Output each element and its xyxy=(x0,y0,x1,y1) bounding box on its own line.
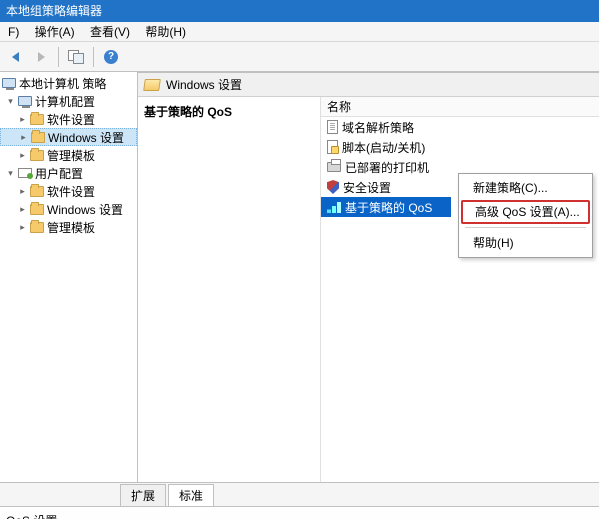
expander-icon[interactable]: ▸ xyxy=(18,187,27,196)
folder-open-icon xyxy=(143,79,161,91)
context-menu: 新建策略(C)... 高级 QoS 设置(A)... 帮助(H) xyxy=(458,173,593,258)
list-item-label: 域名解析策略 xyxy=(342,119,414,136)
folder-icon xyxy=(30,186,44,197)
tree-label: 计算机配置 xyxy=(35,93,95,110)
list-item-label: 基于策略的 QoS xyxy=(345,199,432,216)
items-column: 名称 域名解析策略 脚本(启动/关机) 已部署的打印机 安全设置 xyxy=(320,97,599,482)
tree-label: 本地计算机 策略 xyxy=(19,75,106,92)
toolbar-separator xyxy=(58,47,59,67)
folder-icon xyxy=(30,114,44,125)
ctx-help[interactable]: 帮助(H) xyxy=(461,231,590,255)
folder-icon xyxy=(31,132,45,143)
toolbar-separator xyxy=(93,47,94,67)
script-icon xyxy=(327,140,338,154)
tabs-row: 扩展 标准 xyxy=(0,482,599,506)
expander-icon[interactable]: ▾ xyxy=(6,97,15,106)
window-title: 本地组策略编辑器 xyxy=(6,4,102,18)
menu-file[interactable]: F) xyxy=(2,22,25,42)
toolbar-help-button[interactable]: ? xyxy=(100,46,122,68)
expander-icon[interactable]: ▸ xyxy=(19,133,28,142)
help-icon: ? xyxy=(104,50,118,64)
computer-icon xyxy=(2,78,16,88)
arrow-back-icon xyxy=(12,52,19,62)
menu-bar: F) 操作(A) 查看(V) 帮助(H) xyxy=(0,22,599,42)
content-header-title: Windows 设置 xyxy=(166,76,242,93)
folder-icon xyxy=(30,150,44,161)
selected-item-heading: 基于策略的 QoS xyxy=(144,103,314,120)
status-bar: QoS 设置 xyxy=(0,506,599,519)
tree-label: 用户配置 xyxy=(35,165,83,182)
tree-uc-admin[interactable]: ▸ 管理模板 xyxy=(0,218,137,236)
tree-label: Windows 设置 xyxy=(48,129,124,146)
content-pane: Windows 设置 基于策略的 QoS 名称 域名解析策略 脚本(启动/关机)… xyxy=(138,72,599,482)
expander-icon[interactable]: ▸ xyxy=(18,151,27,160)
menu-action[interactable]: 操作(A) xyxy=(29,22,81,42)
context-menu-separator xyxy=(465,227,586,228)
expander-icon[interactable]: ▾ xyxy=(6,169,15,178)
tab-extended[interactable]: 扩展 xyxy=(120,484,166,506)
folder-icon xyxy=(30,204,44,215)
folder-icon xyxy=(30,222,44,233)
policy-icon xyxy=(327,120,338,134)
tree-label: 管理模板 xyxy=(47,147,95,164)
toolbar-back-button[interactable] xyxy=(4,46,26,68)
tree-uc-windows[interactable]: ▸ Windows 设置 xyxy=(0,200,137,218)
status-text: QoS 设置 xyxy=(6,514,57,519)
tab-standard[interactable]: 标准 xyxy=(168,484,214,506)
toolbar-panes-button[interactable] xyxy=(65,46,87,68)
qos-icon xyxy=(327,201,341,213)
list-item-label: 已部署的打印机 xyxy=(345,159,429,176)
list-item-label: 脚本(启动/关机) xyxy=(342,139,425,156)
content-header: Windows 设置 xyxy=(138,73,599,97)
expander-icon[interactable]: ▸ xyxy=(18,115,27,124)
list-item-label: 安全设置 xyxy=(343,179,391,196)
tree-label: Windows 设置 xyxy=(47,201,123,218)
ctx-advanced-qos[interactable]: 高级 QoS 设置(A)... xyxy=(461,200,590,224)
menu-view[interactable]: 查看(V) xyxy=(84,22,136,42)
tree-uc-software[interactable]: ▸ 软件设置 xyxy=(0,182,137,200)
tree-cc-software[interactable]: ▸ 软件设置 xyxy=(0,110,137,128)
user-config-icon xyxy=(18,168,32,178)
list-item-qos[interactable]: 基于策略的 QoS xyxy=(321,197,451,217)
arrow-forward-icon xyxy=(38,52,45,62)
tree-label: 软件设置 xyxy=(47,111,95,128)
computer-icon xyxy=(18,96,32,106)
tree-label: 管理模板 xyxy=(47,219,95,236)
column-header-name[interactable]: 名称 xyxy=(321,97,599,117)
tree-cc-windows[interactable]: ▸ Windows 设置 xyxy=(0,128,137,146)
tree-computer-config[interactable]: ▾ 计算机配置 xyxy=(0,92,137,110)
list-item-scripts[interactable]: 脚本(启动/关机) xyxy=(321,137,599,157)
toolbar-forward-button[interactable] xyxy=(30,46,52,68)
tree-cc-admin[interactable]: ▸ 管理模板 xyxy=(0,146,137,164)
shield-icon xyxy=(327,180,339,194)
tree-user-config[interactable]: ▾ 用户配置 xyxy=(0,164,137,182)
panes-icon xyxy=(68,50,84,64)
navigation-tree[interactable]: 本地计算机 策略 ▾ 计算机配置 ▸ 软件设置 ▸ Windows 设置 ▸ 管… xyxy=(0,72,138,482)
list-item-dns[interactable]: 域名解析策略 xyxy=(321,117,599,137)
expander-icon[interactable]: ▸ xyxy=(18,205,27,214)
tree-root[interactable]: 本地计算机 策略 xyxy=(0,74,137,92)
printer-icon xyxy=(327,162,341,172)
menu-help[interactable]: 帮助(H) xyxy=(139,22,192,42)
window-title-bar: 本地组策略编辑器 xyxy=(0,0,599,22)
description-column: 基于策略的 QoS xyxy=(138,97,320,482)
toolbar: ? xyxy=(0,42,599,72)
tree-label: 软件设置 xyxy=(47,183,95,200)
expander-icon[interactable]: ▸ xyxy=(18,223,27,232)
ctx-new-policy[interactable]: 新建策略(C)... xyxy=(461,176,590,200)
